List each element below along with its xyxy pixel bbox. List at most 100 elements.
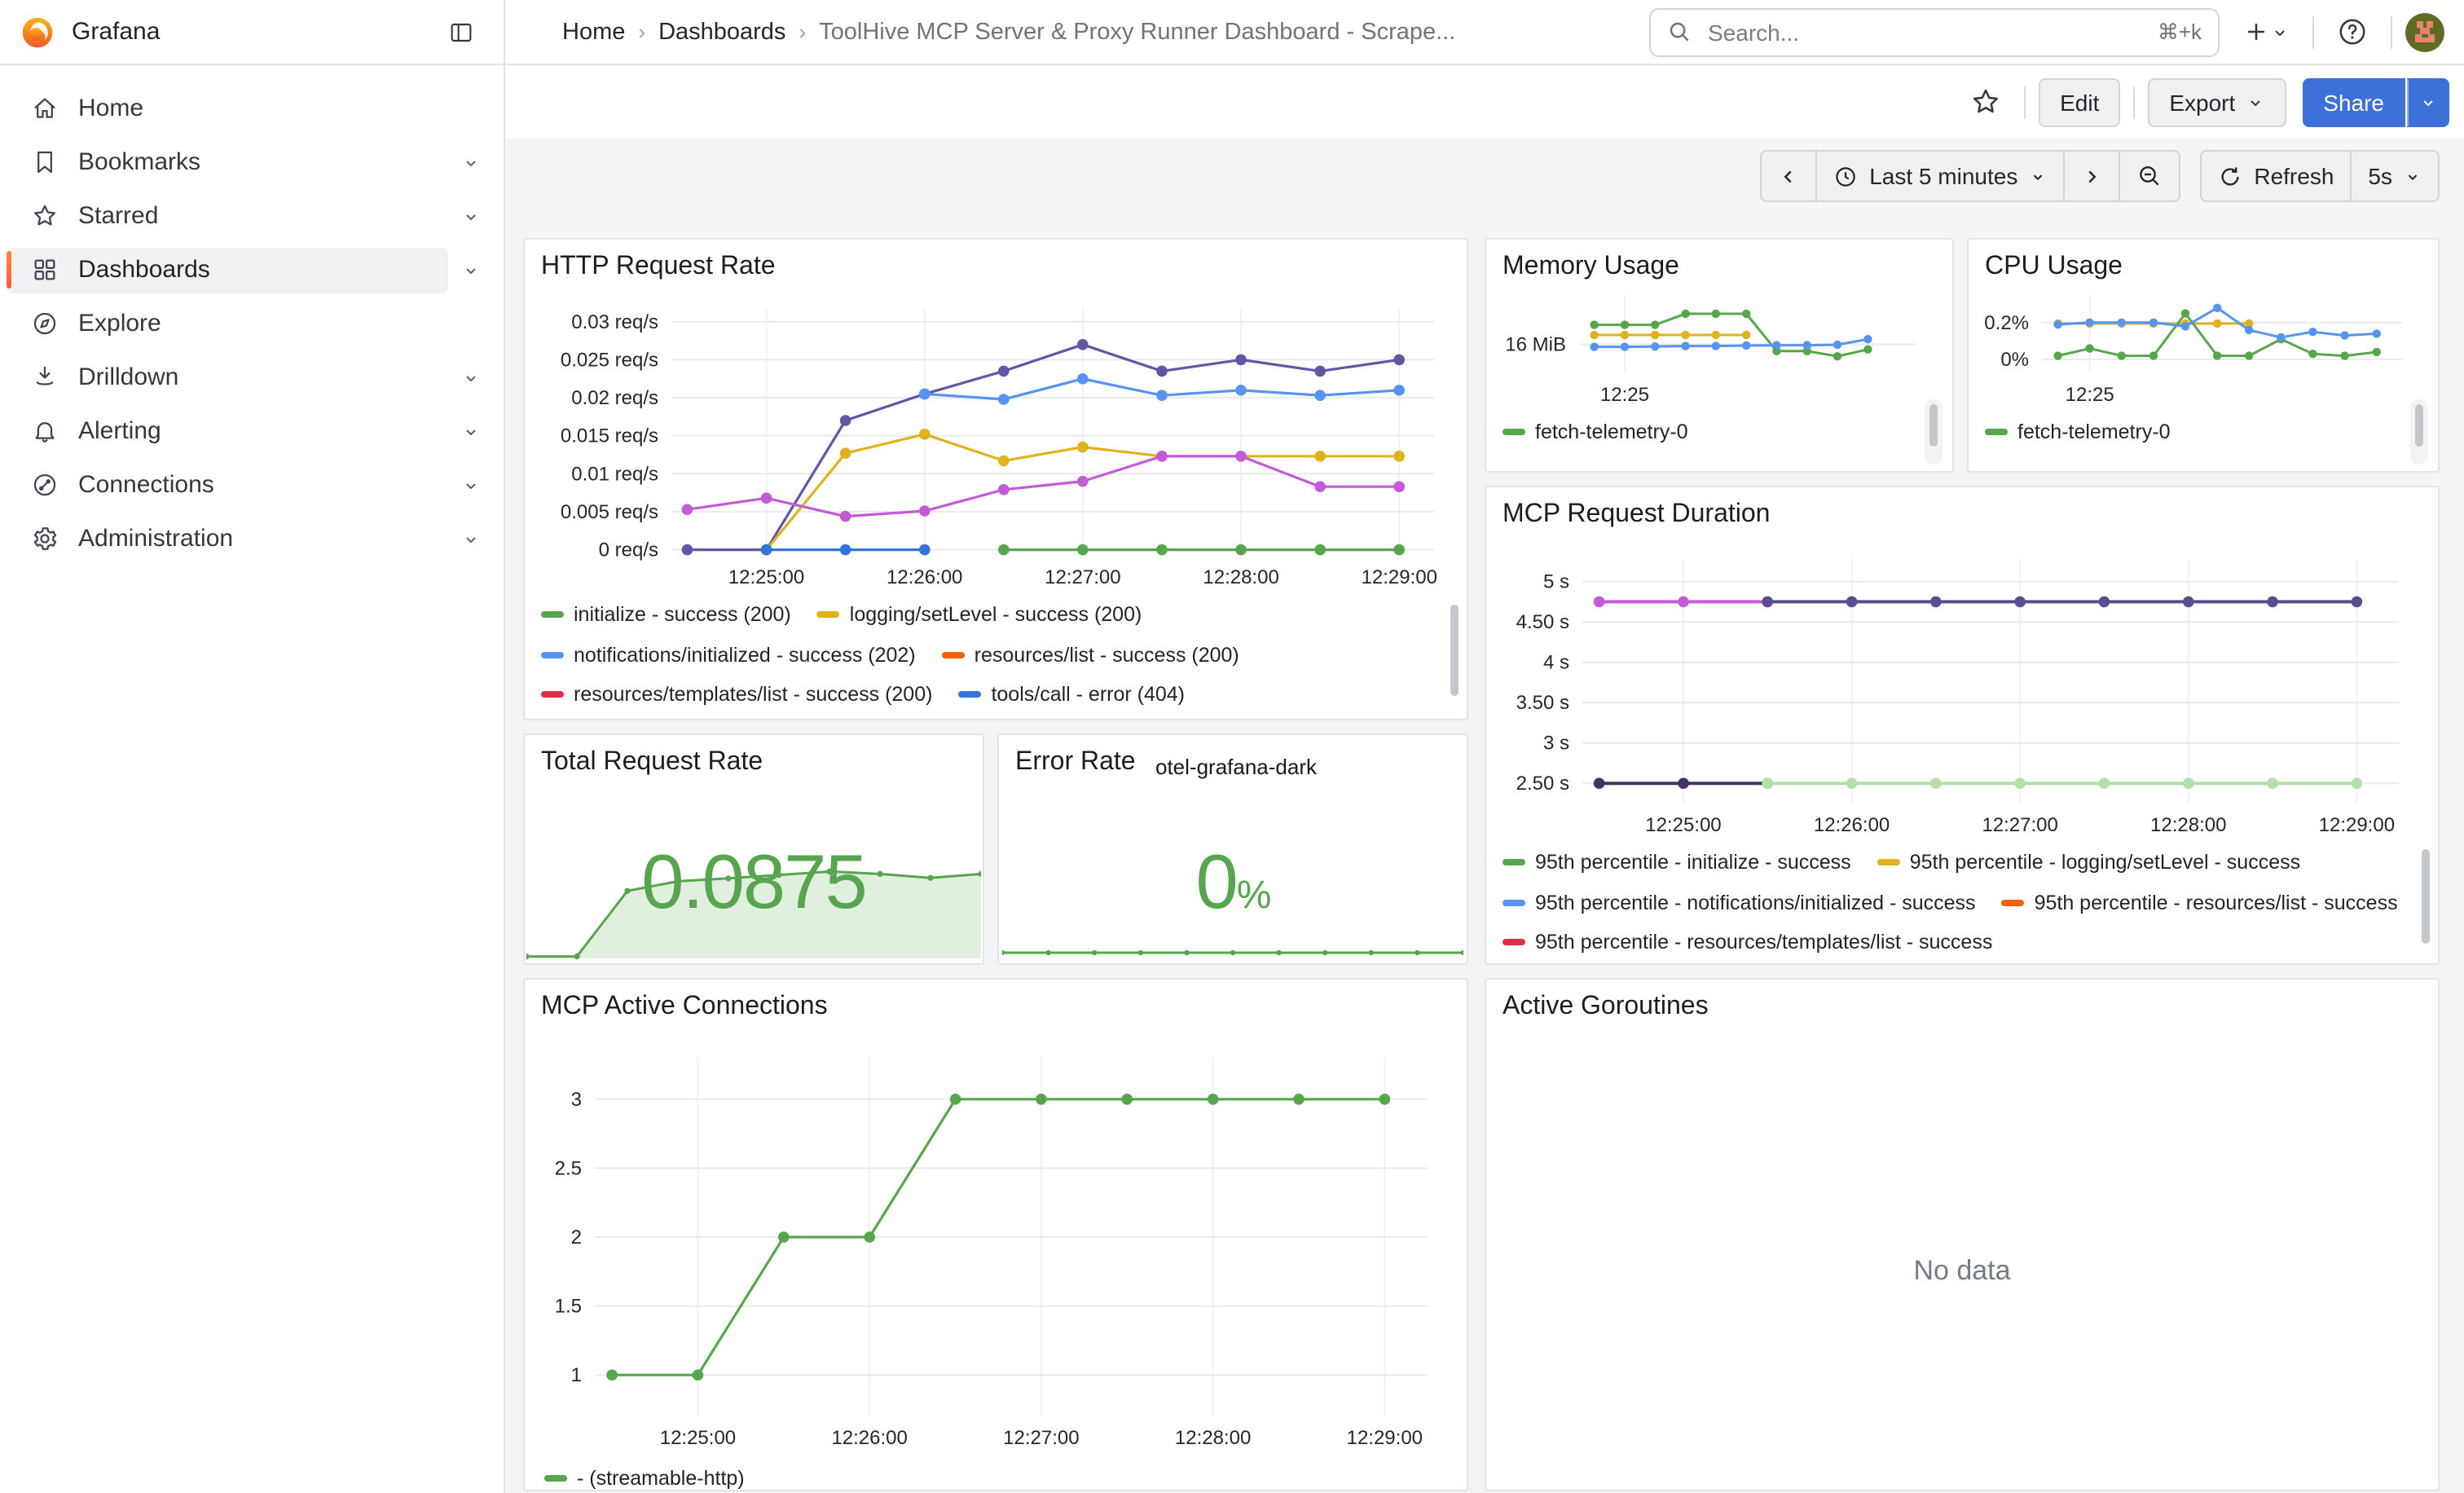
panel-title[interactable]: HTTP Request Rate [525,240,1467,282]
divider [2024,86,2026,118]
sidebar-item-label: Drilldown [78,363,178,391]
sidebar-item-home[interactable]: Home [0,81,504,135]
legend-scrollbar[interactable] [1450,605,1459,696]
sidebar-item-dashboards[interactable]: Dashboards [0,243,504,297]
svg-text:2.50 s: 2.50 s [1516,773,1569,795]
legend-item[interactable]: fetch-telemetry-0 [1985,412,2171,452]
sidebar-item-label: Starred [78,202,158,230]
sidebar-item-label: Bookmarks [78,148,200,176]
svg-text:0.2%: 0.2% [1984,312,2029,334]
edit-button[interactable]: Edit [2039,77,2120,126]
plus-icon [2242,18,2270,46]
time-shift-back-button[interactable] [1760,150,1817,202]
panel-error-rate: Error Rate otel-grafana-dark 0% [997,733,1468,965]
sidebar-item-body[interactable]: Bookmarks [7,139,448,185]
legend-item[interactable]: 95th percentile - initialize - success [1503,843,1851,883]
svg-text:12:29:00: 12:29:00 [1362,566,1437,588]
legend-swatch [1503,940,1525,946]
panel-title[interactable]: Memory Usage [1486,240,1952,282]
time-shift-forward-button[interactable] [2063,150,2120,202]
time-range-label: Last 5 minutes [1869,163,2017,189]
search-input[interactable] [1705,17,2158,46]
chevron-down-icon[interactable] [451,465,491,504]
breadcrumb-item[interactable]: Dashboards [658,19,785,45]
star-icon [1970,86,2001,117]
legend-item[interactable]: unknown - success (200) [1101,715,1360,716]
panel-cpu-usage: CPU Usage 12:250.2%0% fetch-telemetry-0 [1967,238,2440,473]
sidebar-item-body[interactable]: Alerting [7,408,448,454]
legend-label: 95th percentile - resources/templates/li… [1535,931,1992,954]
dashboard-toolbar: Edit Export Share [505,65,2464,139]
panel-title[interactable]: MCP Active Connections [525,980,1467,1022]
sidebar-item-starred[interactable]: Starred [0,189,504,243]
legend-item[interactable]: 95th percentile - logging/setLevel - suc… [1877,843,2300,883]
legend-item[interactable]: tools/call - error (404) [958,675,1185,715]
legend-item[interactable]: logging/setLevel - success (200) [817,595,1142,635]
sidebar-item-alerting[interactable]: Alerting [0,404,504,458]
chevron-down-icon[interactable] [451,196,491,236]
help-button[interactable] [2327,7,2378,56]
legend-item[interactable]: - (streamable-http) [544,1459,745,1493]
sidebar-item-body[interactable]: Starred [7,193,448,239]
search-input-wrapper[interactable]: ⌘+k [1649,7,2220,56]
chevron-down-icon[interactable] [451,143,491,182]
legend-item[interactable]: 95th percentile - notifications/initiali… [1503,883,1976,923]
sidebar-item-administration[interactable]: Administration [0,512,504,566]
sidebar-item-body[interactable]: Administration [7,516,448,562]
legend-item[interactable]: resources/templates/list - success (200) [541,675,932,715]
panel-title[interactable]: CPU Usage [1969,240,2438,282]
svg-text:12:29:00: 12:29:00 [1347,1427,1423,1449]
panel-title[interactable]: MCP Request Duration [1486,487,2438,530]
legend-item[interactable]: fetch-telemetry-0 [1503,412,1688,452]
legend-item[interactable]: initialize - success (200) [541,595,791,635]
breadcrumb-item[interactable]: Home [562,19,625,45]
sidebar-item-body[interactable]: Connections [7,462,448,508]
legend-label: tools/call - error (404) [991,684,1185,707]
legend-scrollbar[interactable] [2422,849,2430,944]
avatar[interactable] [2405,12,2444,51]
grafana-app: Grafana HomeBookmarksStarredDashboardsEx… [0,0,2464,1493]
sidebar-nav: Home Bookmarks Starred Dashboards Explore Dri… [0,65,504,566]
sidebar-item-explore[interactable]: Explore [0,297,504,350]
legend-swatch [2002,900,2025,906]
chevron-down-icon[interactable] [451,250,491,289]
legend-item[interactable]: 95th percentile - resources/list - succe… [2002,883,2398,923]
time-range-picker[interactable]: Last 5 minutes [1815,150,2065,202]
export-button[interactable]: Export [2148,77,2286,126]
sidebar-item-drilldown[interactable]: Drilldown [0,350,504,404]
chevron-down-icon[interactable] [451,358,491,397]
star-dashboard-button[interactable] [1960,77,2011,126]
sidebar-item-body[interactable]: Home [7,86,491,131]
panel-title[interactable]: Total Request Rate [525,735,983,777]
panel-memory-usage: Memory Usage 12:2516 MiB fetch-telemetry… [1485,238,1954,473]
zoom-out-button[interactable] [2119,150,2180,202]
svg-text:12:28:00: 12:28:00 [1203,566,1278,588]
chevron-down-icon [2270,22,2290,42]
refresh-interval-picker[interactable]: 5s [2350,150,2440,202]
legend-scrollbar[interactable] [1929,404,1938,447]
share-button[interactable]: Share [2302,77,2405,126]
dock-sidebar-icon[interactable] [438,9,484,55]
share-menu-button[interactable] [2407,77,2449,126]
sidebar-item-body[interactable]: Dashboards [7,247,448,293]
memory-legend: fetch-telemetry-0 [1503,412,1920,461]
refresh-button[interactable]: Refresh [2200,150,2352,202]
sidebar-item-connections[interactable]: Connections [0,458,504,512]
chevron-down-icon[interactable] [451,519,491,558]
legend-scrollbar[interactable] [2415,404,2423,447]
svg-text:3.50 s: 3.50 s [1516,692,1569,714]
sidebar-item-body[interactable]: Explore [7,301,491,346]
sidebar-item-body[interactable]: Drilldown [7,355,448,400]
chevron-down-icon[interactable] [451,412,491,451]
stat-unit: % [1237,874,1270,918]
legend-item[interactable]: resources/list - success (200) [942,635,1239,675]
refresh-label: Refresh [2254,163,2334,189]
sidebar-item-bookmarks[interactable]: Bookmarks [0,135,504,189]
legend-item[interactable]: 95th percentile - resources/templates/li… [1503,923,1992,960]
help-icon [2337,16,2368,47]
legend-item[interactable]: tools/call - success (200) [541,715,798,716]
add-new-button[interactable] [2233,7,2299,56]
legend-item[interactable]: notifications/initialized - success (202… [541,635,916,675]
panel-title[interactable]: Active Goroutines [1486,980,2438,1022]
legend-item[interactable]: tools/list - success (200) [824,715,1075,716]
